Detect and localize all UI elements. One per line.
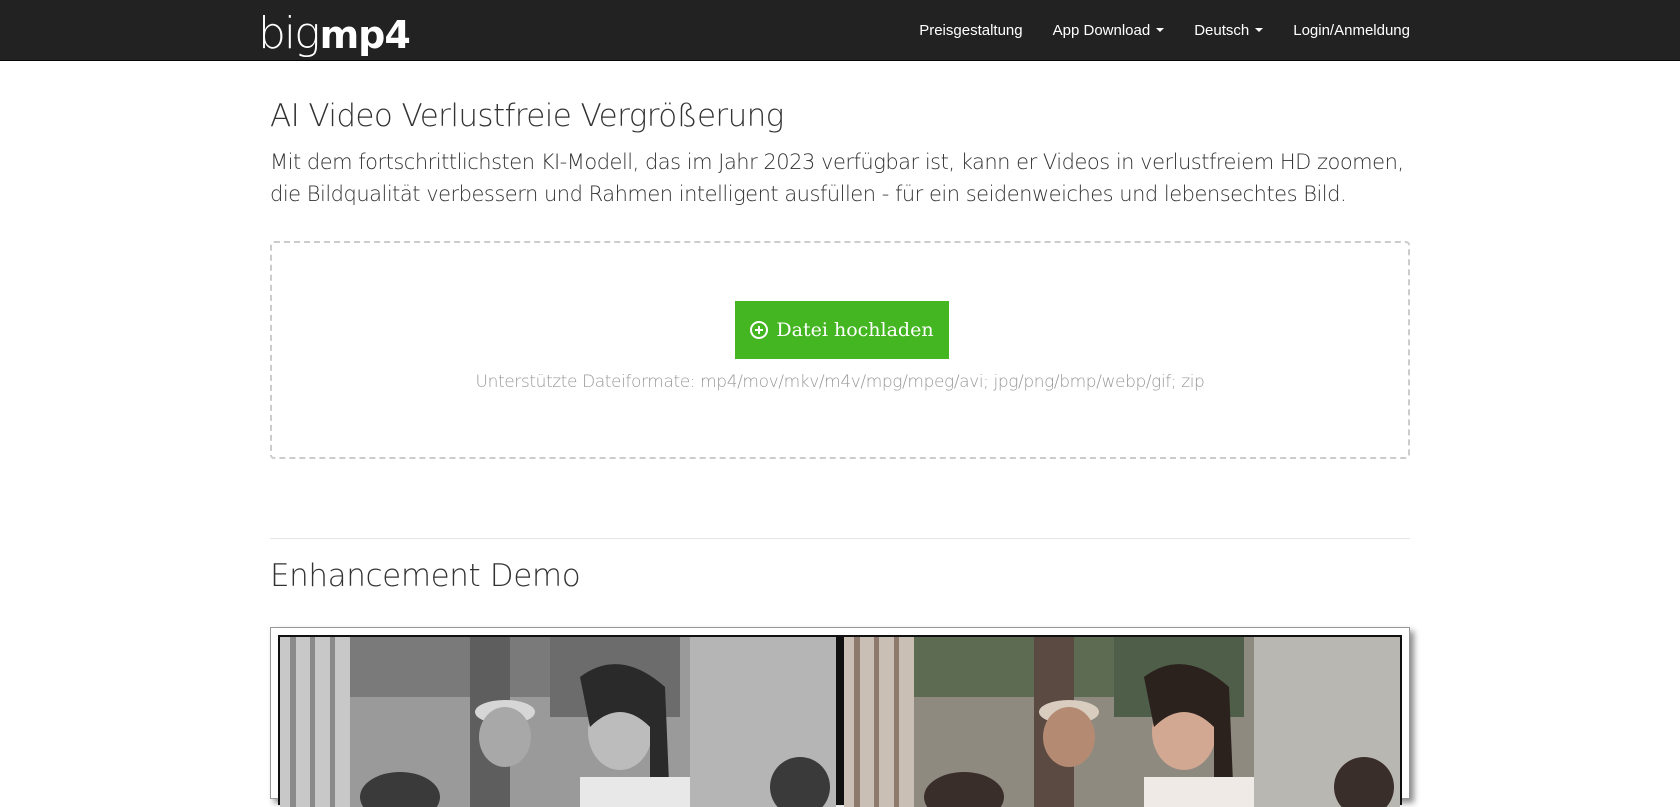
supported-formats-text: Unterstützte Dateiformate: mp4/mov/mkv/m… bbox=[475, 372, 1205, 392]
nav-item-language[interactable]: Deutsch bbox=[1194, 21, 1264, 39]
top-navbar: big mp4 Preisgestaltung App Download Deut… bbox=[0, 0, 1680, 61]
nav-item-pricing[interactable]: Preisgestaltung bbox=[919, 22, 1022, 39]
enhancement-demo-viewer[interactable] bbox=[270, 627, 1410, 807]
demo-section-title: Enhancement Demo bbox=[270, 558, 581, 594]
nav-item-login[interactable]: Login/Anmeldung bbox=[1293, 22, 1410, 39]
caret-down-icon bbox=[1156, 28, 1165, 32]
logo-text-big: big bbox=[258, 8, 321, 59]
nav-item-label: Login/Anmeldung bbox=[1293, 21, 1410, 39]
demo-comparison bbox=[278, 635, 1402, 807]
section-divider bbox=[270, 538, 1410, 539]
nav-menu: Preisgestaltung App Download Deutsch Log… bbox=[889, 0, 1410, 60]
nav-item-label: Preisgestaltung bbox=[919, 21, 1023, 39]
demo-before-image bbox=[280, 637, 836, 807]
page-description: Mit dem fortschrittlichsten KI-Modell, d… bbox=[270, 150, 1404, 206]
caret-down-icon bbox=[1255, 28, 1264, 32]
upload-file-button[interactable]: Datei hochladen bbox=[735, 301, 949, 359]
upload-dropzone[interactable]: Datei hochladen Unterstützte Dateiformat… bbox=[270, 241, 1410, 459]
demo-after-image bbox=[844, 637, 1400, 807]
nav-item-app-download[interactable]: App Download bbox=[1053, 22, 1165, 39]
nav-item-label: App Download bbox=[1052, 21, 1151, 39]
upload-button-label: Datei hochladen bbox=[776, 319, 934, 341]
nav-item-label: Deutsch bbox=[1194, 21, 1250, 39]
plus-circle-icon bbox=[750, 321, 769, 339]
bigmp4-logo[interactable]: big mp4 bbox=[258, 2, 411, 59]
page-title: AI Video Verlustfreie Vergrößerung bbox=[270, 98, 784, 134]
logo-text-mp4: mp4 bbox=[319, 13, 411, 57]
